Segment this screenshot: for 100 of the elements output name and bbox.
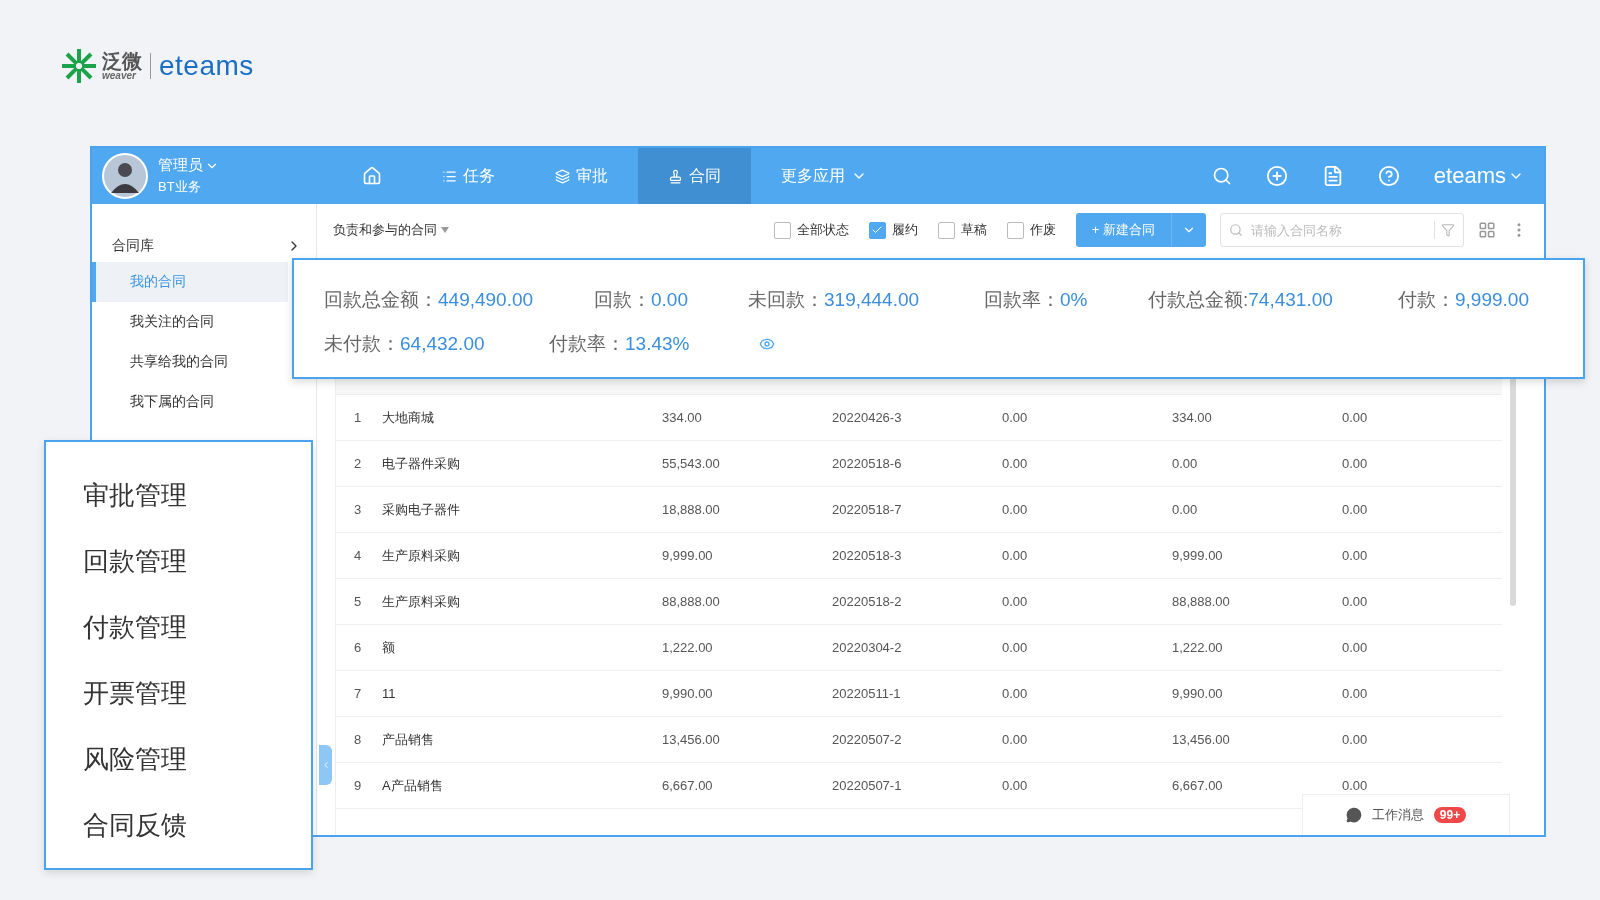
table-cell-text: 11 (382, 686, 397, 701)
table-cell-text: 20220518-2 (832, 594, 903, 609)
table-cell-text: 9,990.00 (662, 686, 714, 701)
count-badge: 99+ (1433, 807, 1467, 823)
search-field[interactable]: 请输入合同名称 (1220, 213, 1464, 247)
sidebar-item[interactable]: 我关注的合同 (92, 302, 288, 342)
table-cell-text: 0.00 (1342, 502, 1369, 517)
message-panel[interactable]: 工作消息 99+ (1302, 794, 1510, 835)
sidebar-item[interactable]: 我的合同 (92, 262, 288, 302)
plus-circle-icon[interactable] (1265, 165, 1288, 187)
summary-stat: 回款总金额：449,490.00 (324, 288, 535, 312)
table-cell-text: 0.00 (1172, 456, 1199, 471)
nav-tab[interactable]: 任务 (412, 148, 525, 204)
summary-stat: 未回款：319,444.00 (748, 288, 921, 312)
table-cell-text: 大地商城 (382, 408, 435, 427)
feature-item: 回款管理 (83, 544, 188, 578)
table-cell-text: 13,456.00 (662, 732, 721, 747)
table-cell-text: 0.00 (1172, 502, 1199, 517)
filter-icon[interactable] (1441, 223, 1455, 237)
table-cell-text: 0.00 (1002, 594, 1029, 609)
row-number: 1 (353, 410, 363, 425)
table-cell-text: 20220426-3 (832, 410, 903, 425)
table-cell-text: 20220518-3 (832, 548, 903, 563)
table-cell-text: 0.00 (1342, 640, 1369, 655)
table-cell-text: 0.00 (1002, 456, 1029, 471)
table-cell-text: 20220304-2 (832, 640, 903, 655)
row-number: 5 (353, 594, 363, 609)
table-cell-text: 0.00 (1002, 410, 1029, 425)
sidebar-item[interactable]: 共享给我的合同 (92, 342, 288, 382)
table-cell-text: 0.00 (1342, 686, 1369, 701)
summary-stat: 回款：0.00 (594, 288, 689, 312)
row-number: 8 (353, 732, 363, 747)
row-number: 9 (353, 778, 363, 793)
search-icon[interactable] (1211, 166, 1232, 186)
table-cell-text: 0.00 (1342, 778, 1369, 793)
chat-icon (1345, 807, 1362, 823)
message-label: 工作消息 (1371, 806, 1424, 824)
row-number: 7 (353, 686, 363, 701)
grid-icon[interactable] (1478, 221, 1496, 239)
checkbox[interactable] (868, 221, 886, 239)
table-cell-text: 产品销售 (382, 730, 435, 749)
user-department: BT业务 (158, 178, 202, 196)
checkbox-label: 全部状态 (796, 221, 849, 239)
table-cell-text: 20220518-6 (832, 456, 903, 471)
feature-item: 审批管理 (83, 478, 188, 512)
layers-icon (555, 168, 570, 184)
table-cell-text: 9,999.00 (1172, 548, 1224, 563)
row-number: 4 (353, 548, 363, 563)
table-cell-text: 生产原料采购 (382, 546, 461, 565)
table-cell-text: 0.00 (1002, 502, 1029, 517)
table-cell-text: 0.00 (1002, 778, 1029, 793)
checkbox[interactable] (937, 221, 955, 239)
checkbox-label: 草稿 (960, 221, 987, 239)
row-number: 6 (353, 640, 363, 655)
table-cell-text: 0.00 (1342, 548, 1369, 563)
table-cell-text: 0.00 (1002, 686, 1029, 701)
help-icon[interactable] (1377, 165, 1400, 187)
product-name: eteams (159, 50, 254, 82)
feature-item: 合同反馈 (83, 808, 188, 842)
nav-tab[interactable]: 审批 (525, 148, 638, 204)
row-number: 2 (353, 456, 363, 471)
sidebar-item[interactable]: 我下属的合同 (92, 382, 288, 422)
summary-stat: 回款率：0% (984, 288, 1089, 312)
table-cell-text: 18,888.00 (662, 502, 721, 517)
table-cell-text: 6,667.00 (1172, 778, 1224, 793)
logo-subtitle: weaver (102, 71, 137, 81)
scope-dropdown[interactable]: 负责和参与的合同 (333, 221, 449, 239)
table-cell-text: 20220518-7 (832, 502, 903, 517)
table-cell-text: 20220511-1 (832, 686, 902, 701)
table-cell-text: 0.00 (1002, 548, 1029, 563)
nav-tab[interactable]: 合同 (638, 148, 751, 204)
workspace-menu[interactable]: eteams (1433, 163, 1524, 189)
home-icon (362, 166, 382, 186)
table-cell-text: 0.00 (1342, 594, 1369, 609)
table-cell-text: 0.00 (1002, 640, 1029, 655)
user-name[interactable]: 管理员 (158, 156, 219, 175)
search-icon (1229, 223, 1243, 237)
checkbox-label: 作废 (1029, 221, 1056, 239)
table-cell-text: 1,222.00 (662, 640, 714, 655)
table-cell-text: 1,222.00 (1172, 640, 1224, 655)
summary-stat: 付款率：13.43% (549, 332, 691, 356)
table-cell-text: 9,999.00 (662, 548, 714, 563)
table-cell-text: 334.00 (1172, 410, 1213, 425)
table-cell-text: 生产原料采购 (382, 592, 461, 611)
search-input[interactable]: 请输入合同名称 (1249, 221, 1428, 239)
weaver-logo-icon (60, 47, 98, 85)
checkbox[interactable] (773, 221, 791, 239)
nav-tab[interactable]: 更多应用 (751, 148, 897, 204)
summary-stat: 未付款：64,432.00 (324, 332, 486, 356)
table-cell-text: 0.00 (1342, 732, 1369, 747)
collapse-handle[interactable] (319, 745, 332, 785)
table-cell-text: 6,667.00 (662, 778, 714, 793)
list-icon (442, 168, 457, 184)
feature-item: 开票管理 (83, 676, 188, 710)
eye-icon[interactable] (759, 336, 775, 352)
table-cell-text: 采购电子器件 (382, 500, 461, 519)
table-cell-text: 0.00 (1342, 410, 1369, 425)
table-cell-text: 55,543.00 (662, 456, 721, 471)
table-cell-text: 13,456.00 (1172, 732, 1231, 747)
checkbox[interactable] (1006, 221, 1024, 239)
